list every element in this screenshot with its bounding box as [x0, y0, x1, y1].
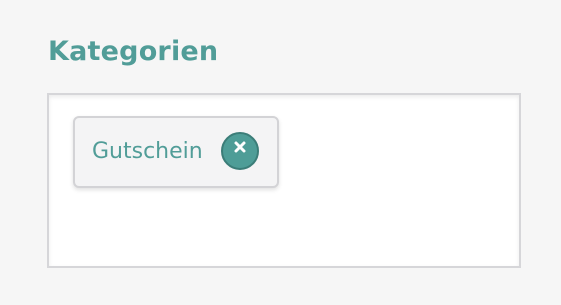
category-box[interactable]: Gutschein	[47, 93, 521, 268]
tag-label: Gutschein	[92, 139, 203, 164]
section-title: Kategorien	[48, 36, 219, 67]
close-icon	[234, 141, 246, 153]
remove-tag-button[interactable]	[221, 132, 259, 170]
tag-chip-gutschein: Gutschein	[73, 116, 279, 188]
